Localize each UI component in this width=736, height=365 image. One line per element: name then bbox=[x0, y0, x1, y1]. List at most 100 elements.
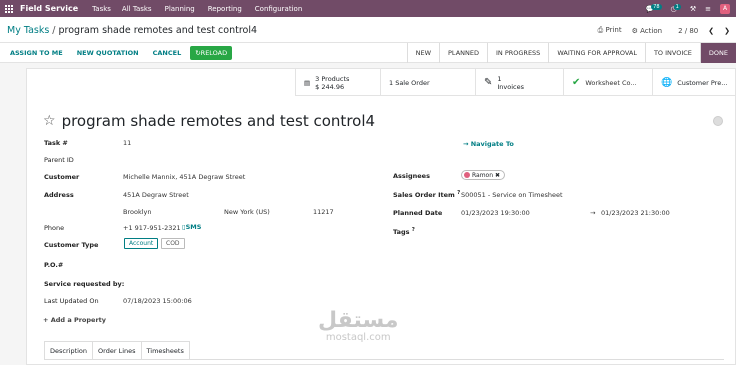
menu-tasks[interactable]: Tasks bbox=[92, 5, 111, 13]
stage-new[interactable]: NEW bbox=[406, 43, 439, 63]
action-button[interactable]: ⚙ Action bbox=[632, 27, 662, 35]
task-title-text[interactable]: program shade remotes and test control4 bbox=[62, 112, 375, 130]
reload-button[interactable]: ↻RELOAD bbox=[190, 46, 233, 60]
assignees-label: Assignees bbox=[393, 172, 430, 180]
products-count: 3 Products bbox=[315, 74, 350, 83]
assignee-name: Ramon bbox=[472, 171, 494, 179]
control-panel: My Tasks / program shade remotes and test … bbox=[0, 17, 736, 43]
kanban-state-icon[interactable] bbox=[713, 116, 723, 126]
tab-timesheets[interactable]: Timesheets bbox=[140, 341, 190, 360]
star-icon[interactable]: ☆ bbox=[43, 113, 56, 129]
tab-divider bbox=[44, 359, 724, 360]
customer-preview-label: Customer Pre... bbox=[677, 78, 728, 87]
breadcrumb-my-tasks[interactable]: My Tasks bbox=[7, 25, 49, 36]
remove-tag-icon[interactable]: ✖ bbox=[495, 172, 500, 179]
assignee-tag[interactable]: Ramon ✖ bbox=[461, 170, 506, 180]
action-label: Action bbox=[640, 26, 663, 35]
invoices-smart-button[interactable]: ✎ 1 Invoices bbox=[475, 69, 563, 96]
planned-date-end[interactable]: 01/23/2023 21:30:00 bbox=[601, 209, 670, 217]
worksheet-label: Worksheet Co... bbox=[585, 78, 637, 87]
phone-label: Phone bbox=[44, 224, 65, 232]
add-property-button[interactable]: + Add a Property bbox=[43, 316, 106, 324]
pager-next-icon[interactable]: ❯ bbox=[724, 27, 730, 35]
pager-previous-icon[interactable]: ❮ bbox=[708, 27, 714, 35]
stage-in-progress[interactable]: IN PROGRESS bbox=[487, 43, 548, 63]
tags-help-icon[interactable]: ? bbox=[412, 227, 415, 233]
action-statusbar: ASSIGN TO ME NEW QUOTATION CANCEL ↻RELOA… bbox=[0, 43, 736, 63]
checkmark-icon: ✔ bbox=[572, 77, 581, 88]
menu-reporting[interactable]: Reporting bbox=[208, 5, 242, 13]
address-street[interactable]: 451A Degraw Street bbox=[123, 191, 189, 199]
cart-icon: ▤ bbox=[304, 78, 311, 87]
watermark-logo: مستقل mostaql.com bbox=[318, 308, 399, 344]
address-label: Address bbox=[44, 191, 74, 199]
planned-date-start[interactable]: 01/23/2023 19:30:00 bbox=[461, 209, 530, 217]
stage-planned[interactable]: PLANNED bbox=[439, 43, 487, 63]
reload-label: RELOAD bbox=[200, 49, 228, 57]
last-updated-label: Last Updated On bbox=[44, 297, 99, 305]
po-label: P.O.# bbox=[44, 261, 64, 269]
navigate-to-label: Navigate To bbox=[470, 140, 514, 148]
sales-order-item-label: Sales Order Item ? bbox=[393, 190, 460, 199]
customer-type-cod[interactable]: COD bbox=[161, 238, 185, 249]
messages-button[interactable]: 💬78 bbox=[645, 3, 662, 13]
sales-order-item-label-text: Sales Order Item bbox=[393, 191, 455, 200]
add-property-label: Add a Property bbox=[50, 316, 107, 324]
menu-all-tasks[interactable]: All Tasks bbox=[122, 5, 152, 13]
messages-badge: 78 bbox=[651, 3, 662, 10]
navigate-to-link[interactable]: → Navigate To bbox=[463, 140, 514, 148]
planned-date-label: Planned Date bbox=[393, 209, 443, 217]
tab-order-lines[interactable]: Order Lines bbox=[92, 341, 142, 360]
customer-type-account[interactable]: Account bbox=[124, 238, 159, 249]
cancel-button[interactable]: CANCEL bbox=[148, 46, 187, 60]
sale-order-smart-button[interactable]: 1 Sale Order bbox=[380, 69, 475, 96]
task-title: ☆ program shade remotes and test control… bbox=[43, 112, 375, 130]
assignee-avatar bbox=[464, 172, 470, 178]
last-updated-value: 07/18/2023 15:00:06 bbox=[123, 297, 192, 305]
help-icon[interactable]: ? bbox=[457, 190, 460, 196]
smart-button-box: ▤ 3 Products $ 244.96 1 Sale Order ✎ 1 Inv… bbox=[295, 69, 736, 96]
invoices-count: 1 bbox=[497, 74, 502, 83]
stage-to-invoice[interactable]: TO INVOICE bbox=[644, 43, 700, 63]
menu-configuration[interactable]: Configuration bbox=[255, 5, 302, 13]
products-amount: $ 244.96 bbox=[315, 82, 345, 91]
tab-description[interactable]: Description bbox=[44, 341, 94, 360]
date-range-arrow-icon: → bbox=[590, 209, 596, 217]
watermark-latin: mostaql.com bbox=[325, 332, 391, 343]
stage-waiting-for-approval[interactable]: WAITING FOR APPROVAL bbox=[548, 43, 645, 63]
menu-planning[interactable]: Planning bbox=[165, 5, 195, 13]
address-city[interactable]: Brooklyn bbox=[123, 208, 151, 216]
print-icon: ⎙ bbox=[597, 26, 604, 34]
customer-preview-smart-button[interactable]: 🌐 Customer Pre... bbox=[652, 69, 736, 96]
stage-statusbar: NEW PLANNED IN PROGRESS WAITING FOR APPR… bbox=[406, 43, 736, 63]
products-smart-button[interactable]: ▤ 3 Products $ 244.96 bbox=[295, 69, 380, 96]
breadcrumb: My Tasks / program shade remotes and test … bbox=[7, 25, 257, 36]
apps-menu-icon[interactable] bbox=[5, 4, 15, 14]
worksheet-smart-button[interactable]: ✔ Worksheet Co... bbox=[563, 69, 652, 96]
address-state[interactable]: New York (US) bbox=[224, 208, 270, 216]
stage-done[interactable]: DONE bbox=[699, 43, 736, 63]
sms-button[interactable]: ▯SMS bbox=[182, 223, 201, 231]
app-name[interactable]: Field Service bbox=[20, 4, 78, 13]
notebook-tabs: Description Order Lines Timesheets bbox=[44, 341, 190, 360]
print-label: Print bbox=[605, 26, 622, 34]
print-button[interactable]: ⎙ Print bbox=[598, 26, 622, 35]
activities-button[interactable]: ◷1 bbox=[671, 3, 681, 13]
debug-tools-icon[interactable]: ⚒ bbox=[690, 5, 696, 13]
phone-field[interactable]: +1 917-951-2321 bbox=[123, 224, 181, 232]
customer-label: Customer bbox=[44, 173, 80, 181]
top-navbar: Field Service Tasks All Tasks Planning R… bbox=[0, 0, 736, 17]
sales-order-item-field[interactable]: S00051 - Service on Timesheet bbox=[461, 191, 563, 199]
activities-badge: 1 bbox=[673, 3, 681, 10]
address-zip[interactable]: 11217 bbox=[313, 208, 334, 216]
service-requested-label: Service requested by: bbox=[44, 280, 125, 288]
user-avatar[interactable]: A bbox=[720, 3, 730, 14]
pager-value[interactable]: 2 / 80 bbox=[678, 27, 698, 35]
new-quotation-button[interactable]: NEW QUOTATION bbox=[72, 46, 144, 60]
customer-field[interactable]: Michelle Mannix, 451A Degraw Street bbox=[123, 173, 245, 181]
settings-menu-icon[interactable]: ≡ bbox=[705, 5, 711, 13]
invoice-edit-icon: ✎ bbox=[484, 77, 493, 88]
watermark-arabic: مستقل bbox=[318, 308, 399, 333]
gear-icon: ⚙ bbox=[631, 26, 638, 35]
assign-to-me-button[interactable]: ASSIGN TO ME bbox=[5, 46, 68, 60]
